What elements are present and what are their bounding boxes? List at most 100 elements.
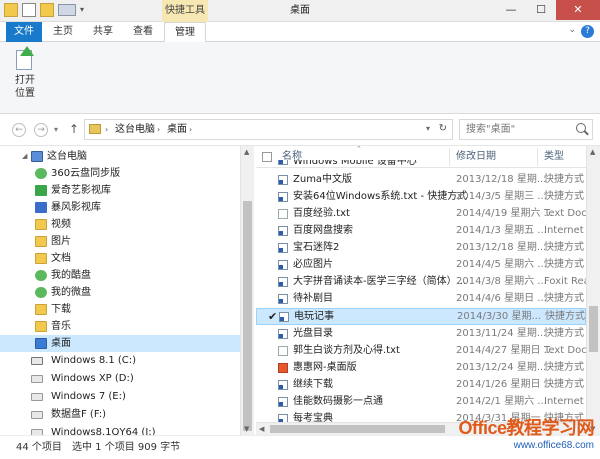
file-date: 2013/12/18 星期... [456,242,547,253]
tab-view[interactable]: 查看 [126,22,160,42]
close-button[interactable]: ✕ [556,0,600,20]
search-box[interactable]: 搜索"桌面" [459,119,593,140]
music-folder-icon [35,321,47,332]
nav-item-label: 爱奇艺影视库 [51,185,111,196]
open-location-icon [14,46,36,72]
properties-icon[interactable] [22,3,36,17]
nav-item-drive-i[interactable]: Windows8.1QY64 (I:) [0,424,240,435]
scroll-left-icon[interactable]: ◀ [259,423,264,435]
shortcut-icon [278,260,288,270]
address-bar[interactable]: › 这台电脑 › 桌面 › ▾ ↻ [84,119,453,140]
nav-item-360-cloud[interactable]: 360云盘同步版 [0,165,240,182]
checkmark-icon[interactable]: ✔ [268,311,279,322]
shortcut-icon [278,192,288,202]
file-row[interactable]: 郭生白谈方剂及心得.txt 2014/4/27 星期日 ... Text Doc [256,343,587,359]
file-type: 快捷方式 [544,242,584,253]
file-row[interactable]: 继续下载 2014/1/26 星期日 ... 快捷方式 [256,377,586,393]
refresh-icon[interactable]: ↻ [439,123,447,134]
nav-item-baofeng[interactable]: 暴风影视库 [0,199,240,216]
nav-item-weipan[interactable]: 我的微盘 [0,284,240,301]
new-folder-icon[interactable] [40,3,54,17]
window-controls: — ☐ ✕ [496,0,600,20]
file-row-selected[interactable]: ✔ 电玩记事 2014/3/30 星期... 快捷方式 [256,308,586,325]
file-row[interactable]: 安装64位Windows系统.txt - 快捷方式 2014/3/5 星期三 .… [256,189,586,205]
nav-item-this-pc[interactable]: ◢ 这台电脑 [0,148,240,165]
tab-manage[interactable]: 管理 [164,22,206,43]
drive-icon[interactable] [58,4,76,16]
nav-item-desktop[interactable]: 桌面 [0,335,240,352]
scroll-up-icon[interactable]: ▲ [590,148,595,156]
file-row[interactable]: 必应图片 2014/4/5 星期六 ... 快捷方式 [256,257,586,273]
customize-dropdown-icon[interactable]: ▾ [80,3,90,17]
file-date: 2013/12/18 星期... [456,174,547,185]
back-button[interactable]: ← [12,123,26,137]
shortcut-icon [278,294,288,304]
nav-item-drive-f[interactable]: 数据盘F (F:) [0,406,240,424]
file-row[interactable]: 惠惠网-桌面版 2013/12/24 星期... 快捷方式 [256,360,586,376]
help-icon[interactable]: ? [581,25,594,38]
text-file-icon [278,209,288,219]
nav-item-drive-c[interactable]: Windows 8.1 (C:) [0,352,240,370]
nav-item-documents[interactable]: 文档 [0,250,240,267]
chevron-right-icon[interactable]: › [189,123,192,137]
drive-icon [31,357,43,365]
drive-icon [31,393,43,401]
scroll-thumb[interactable] [270,425,445,433]
breadcrumb-desktop[interactable]: 桌面 [167,123,187,137]
file-row[interactable]: 待补剧目 2014/4/6 星期日 ... 快捷方式 [256,291,586,307]
file-row[interactable]: Zuma中文版 2013/12/18 星期... 快捷方式 [256,172,586,188]
file-row[interactable]: 光盘目录 2013/11/24 星期... 快捷方式 [256,326,586,342]
desktop-icon [35,338,47,349]
expand-ribbon-icon[interactable]: ⌄ [568,25,576,35]
collapse-icon[interactable]: ◢ [22,148,27,165]
file-name: Zuma中文版 [293,174,353,185]
nav-item-videos[interactable]: 视频 [0,216,240,233]
scroll-thumb[interactable] [589,306,598,352]
address-dropdown-icon[interactable]: ▾ [426,124,430,133]
file-date: 2013/12/24 星期... [456,362,547,373]
nav-scrollbar[interactable]: ▲ ▼ [240,146,254,435]
scroll-down-icon[interactable]: ▼ [244,425,249,433]
sort-ascending-icon: ⌃ [356,146,362,153]
nav-item-label: 数据盘F (F:) [51,409,107,420]
nav-item-pictures[interactable]: 图片 [0,233,240,250]
scroll-thumb[interactable] [243,201,252,431]
file-row[interactable]: 佳能数码摄影一点通 2014/2/1 星期六 ... Internet 快 [256,394,597,410]
minimize-button[interactable]: — [496,0,526,20]
folder-icon[interactable] [4,3,18,17]
search-icon[interactable] [576,123,586,133]
file-row[interactable]: 百度网盘搜索 2014/1/3 星期五 ... Internet 快 [256,223,597,239]
shortcut-icon [278,226,288,236]
scroll-up-icon[interactable]: ▲ [244,148,249,156]
cloud-icon [35,270,47,281]
item-count: 44 个项目 [16,442,62,453]
nav-item-label: 桌面 [51,338,71,349]
nav-item-iqiyi[interactable]: 爱奇艺影视库 [0,182,240,199]
nav-item-downloads[interactable]: 下载 [0,301,240,318]
chevron-right-icon[interactable]: › [157,123,160,137]
file-row[interactable]: 宝石迷阵2 2013/12/18 星期... 快捷方式 [256,240,586,256]
tab-file[interactable]: 文件 [6,22,42,42]
nav-item-music[interactable]: 音乐 [0,318,240,335]
forward-button[interactable]: → [34,123,48,137]
tab-share[interactable]: 共享 [86,22,120,42]
file-name: 光盘目录 [293,328,333,339]
open-file-location-button[interactable]: 打开 位置 [8,46,42,100]
up-button[interactable]: ↑ [69,122,79,136]
nav-item-drive-d[interactable]: Windows XP (D:) [0,370,240,388]
nav-item-kupan[interactable]: 我的酷盘 [0,267,240,284]
breadcrumb-this-pc[interactable]: 这台电脑 [115,123,155,137]
maximize-button[interactable]: ☐ [526,0,556,20]
nav-item-drive-e[interactable]: Windows 7 (E:) [0,388,240,406]
recent-locations-icon[interactable]: ▾ [54,125,58,134]
file-name: 待补剧目 [293,293,333,304]
file-row[interactable]: Windows Mobile 设备中心 [256,160,586,170]
file-row[interactable]: 百度经验.txt 2014/4/19 星期六 ... Text Doc [256,206,587,222]
chevron-right-icon[interactable]: › [105,123,108,137]
file-type: 快捷方式 [544,328,584,339]
file-name: 郭生白谈方剂及心得.txt [293,345,400,356]
file-date: 2014/3/8 星期六 ... [456,276,547,287]
file-list-scrollbar[interactable]: ▲ ▼ [586,146,600,435]
tab-home[interactable]: 主页 [46,22,80,42]
file-row[interactable]: 大字拼音诵读本-医学三字经（简体）... 2014/3/8 星期六 ... Fo… [256,274,590,290]
